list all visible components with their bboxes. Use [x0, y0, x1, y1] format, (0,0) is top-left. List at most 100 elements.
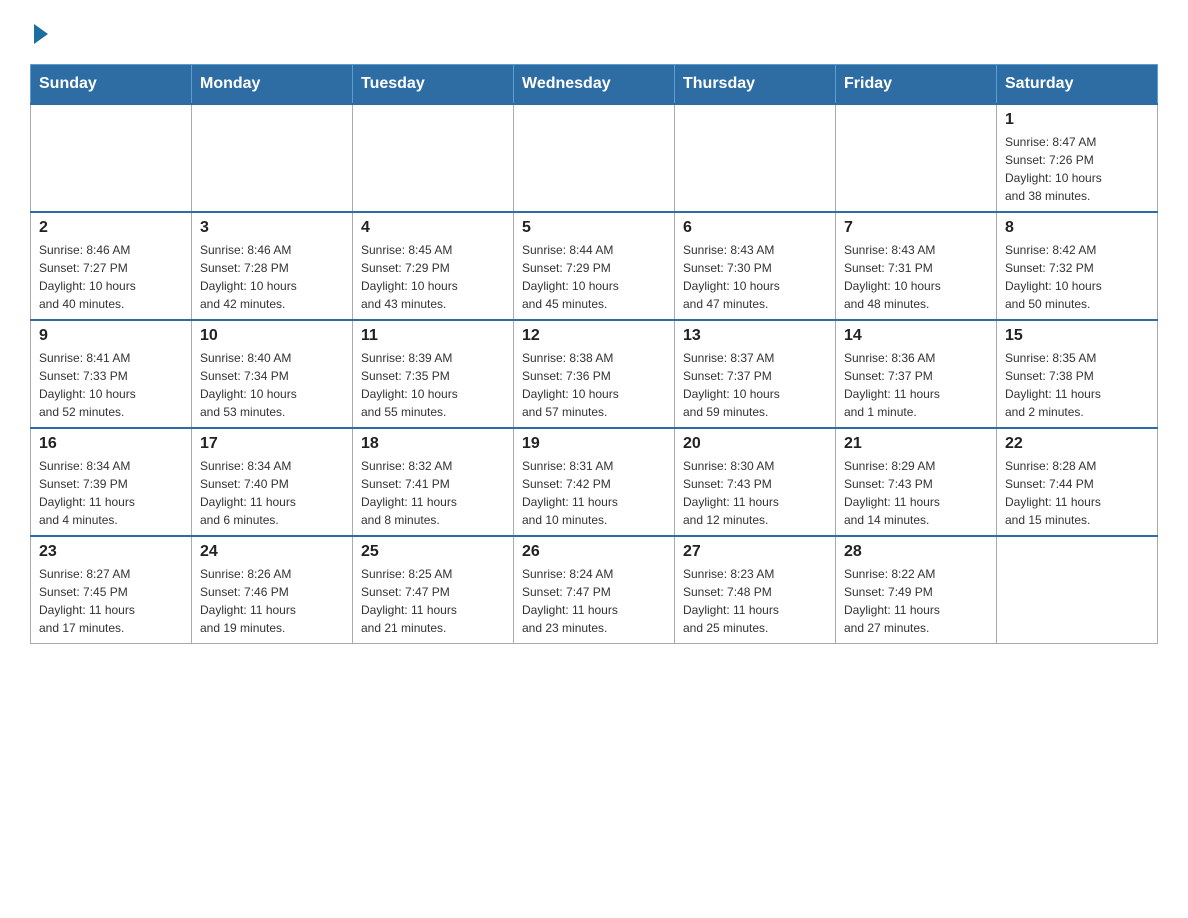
day-info: Sunrise: 8:34 AMSunset: 7:40 PMDaylight:…	[200, 457, 344, 529]
calendar-week-3: 9Sunrise: 8:41 AMSunset: 7:33 PMDaylight…	[31, 320, 1158, 428]
day-number: 7	[844, 219, 988, 237]
day-info: Sunrise: 8:35 AMSunset: 7:38 PMDaylight:…	[1005, 349, 1149, 421]
calendar-cell	[997, 536, 1158, 644]
day-info: Sunrise: 8:37 AMSunset: 7:37 PMDaylight:…	[683, 349, 827, 421]
weekday-header-thursday: Thursday	[675, 65, 836, 105]
calendar-cell	[192, 104, 353, 212]
day-info: Sunrise: 8:24 AMSunset: 7:47 PMDaylight:…	[522, 565, 666, 637]
day-number: 2	[39, 219, 183, 237]
day-info: Sunrise: 8:23 AMSunset: 7:48 PMDaylight:…	[683, 565, 827, 637]
day-info: Sunrise: 8:27 AMSunset: 7:45 PMDaylight:…	[39, 565, 183, 637]
day-number: 24	[200, 543, 344, 561]
day-number: 25	[361, 543, 505, 561]
day-number: 9	[39, 327, 183, 345]
calendar-cell: 7 Sunrise: 8:43 AMSunset: 7:31 PMDaylight…	[836, 212, 997, 320]
day-number: 13	[683, 327, 827, 345]
weekday-header-monday: Monday	[192, 65, 353, 105]
page-header	[30, 20, 1158, 44]
weekday-header-saturday: Saturday	[997, 65, 1158, 105]
calendar-week-5: 23 Sunrise: 8:27 AMSunset: 7:45 PMDayligh…	[31, 536, 1158, 644]
day-number: 1	[1005, 111, 1149, 129]
day-number: 15	[1005, 327, 1149, 345]
day-info: Sunrise: 8:34 AMSunset: 7:39 PMDaylight:…	[39, 457, 183, 529]
day-number: 14	[844, 327, 988, 345]
day-number: 21	[844, 435, 988, 453]
calendar-cell: 2Sunrise: 8:46 AMSunset: 7:27 PMDaylight…	[31, 212, 192, 320]
day-info: Sunrise: 8:42 AMSunset: 7:32 PMDaylight:…	[1005, 241, 1149, 313]
day-info: Sunrise: 8:46 AMSunset: 7:28 PMDaylight:…	[200, 241, 344, 313]
day-info: Sunrise: 8:39 AMSunset: 7:35 PMDaylight:…	[361, 349, 505, 421]
calendar-cell: 17 Sunrise: 8:34 AMSunset: 7:40 PMDayligh…	[192, 428, 353, 536]
day-number: 26	[522, 543, 666, 561]
day-info: Sunrise: 8:43 AMSunset: 7:31 PMDaylight:…	[844, 241, 988, 313]
calendar-table: SundayMondayTuesdayWednesdayThursdayFrid…	[30, 64, 1158, 644]
calendar-header-row: SundayMondayTuesdayWednesdayThursdayFrid…	[31, 65, 1158, 105]
calendar-cell: 13 Sunrise: 8:37 AMSunset: 7:37 PMDayligh…	[675, 320, 836, 428]
calendar-cell: 24 Sunrise: 8:26 AMSunset: 7:46 PMDayligh…	[192, 536, 353, 644]
calendar-cell: 3 Sunrise: 8:46 AMSunset: 7:28 PMDaylight…	[192, 212, 353, 320]
day-info: Sunrise: 8:32 AMSunset: 7:41 PMDaylight:…	[361, 457, 505, 529]
calendar-cell	[514, 104, 675, 212]
day-info: Sunrise: 8:26 AMSunset: 7:46 PMDaylight:…	[200, 565, 344, 637]
weekday-header-wednesday: Wednesday	[514, 65, 675, 105]
day-number: 4	[361, 219, 505, 237]
day-number: 3	[200, 219, 344, 237]
calendar-cell: 11 Sunrise: 8:39 AMSunset: 7:35 PMDayligh…	[353, 320, 514, 428]
logo-arrow-icon	[34, 24, 48, 44]
calendar-cell: 26 Sunrise: 8:24 AMSunset: 7:47 PMDayligh…	[514, 536, 675, 644]
day-number: 10	[200, 327, 344, 345]
day-number: 5	[522, 219, 666, 237]
calendar-cell	[675, 104, 836, 212]
day-number: 27	[683, 543, 827, 561]
calendar-cell: 1 Sunrise: 8:47 AMSunset: 7:26 PMDaylight…	[997, 104, 1158, 212]
calendar-cell: 9Sunrise: 8:41 AMSunset: 7:33 PMDaylight…	[31, 320, 192, 428]
calendar-week-1: 1 Sunrise: 8:47 AMSunset: 7:26 PMDaylight…	[31, 104, 1158, 212]
calendar-cell: 28 Sunrise: 8:22 AMSunset: 7:49 PMDayligh…	[836, 536, 997, 644]
day-info: Sunrise: 8:29 AMSunset: 7:43 PMDaylight:…	[844, 457, 988, 529]
day-number: 11	[361, 327, 505, 345]
day-info: Sunrise: 8:25 AMSunset: 7:47 PMDaylight:…	[361, 565, 505, 637]
calendar-cell: 20 Sunrise: 8:30 AMSunset: 7:43 PMDayligh…	[675, 428, 836, 536]
calendar-cell: 18 Sunrise: 8:32 AMSunset: 7:41 PMDayligh…	[353, 428, 514, 536]
day-info: Sunrise: 8:22 AMSunset: 7:49 PMDaylight:…	[844, 565, 988, 637]
day-info: Sunrise: 8:47 AMSunset: 7:26 PMDaylight:…	[1005, 133, 1149, 205]
weekday-header-tuesday: Tuesday	[353, 65, 514, 105]
calendar-cell: 4 Sunrise: 8:45 AMSunset: 7:29 PMDaylight…	[353, 212, 514, 320]
calendar-cell: 19 Sunrise: 8:31 AMSunset: 7:42 PMDayligh…	[514, 428, 675, 536]
calendar-cell	[353, 104, 514, 212]
logo	[30, 20, 48, 44]
calendar-cell: 14 Sunrise: 8:36 AMSunset: 7:37 PMDayligh…	[836, 320, 997, 428]
weekday-header-friday: Friday	[836, 65, 997, 105]
day-number: 18	[361, 435, 505, 453]
day-info: Sunrise: 8:44 AMSunset: 7:29 PMDaylight:…	[522, 241, 666, 313]
day-info: Sunrise: 8:30 AMSunset: 7:43 PMDaylight:…	[683, 457, 827, 529]
day-info: Sunrise: 8:45 AMSunset: 7:29 PMDaylight:…	[361, 241, 505, 313]
day-number: 17	[200, 435, 344, 453]
calendar-cell: 10 Sunrise: 8:40 AMSunset: 7:34 PMDayligh…	[192, 320, 353, 428]
calendar-cell: 23 Sunrise: 8:27 AMSunset: 7:45 PMDayligh…	[31, 536, 192, 644]
calendar-cell	[836, 104, 997, 212]
calendar-cell: 5 Sunrise: 8:44 AMSunset: 7:29 PMDaylight…	[514, 212, 675, 320]
calendar-cell: 25 Sunrise: 8:25 AMSunset: 7:47 PMDayligh…	[353, 536, 514, 644]
calendar-week-2: 2Sunrise: 8:46 AMSunset: 7:27 PMDaylight…	[31, 212, 1158, 320]
calendar-cell: 22 Sunrise: 8:28 AMSunset: 7:44 PMDayligh…	[997, 428, 1158, 536]
day-number: 28	[844, 543, 988, 561]
day-info: Sunrise: 8:38 AMSunset: 7:36 PMDaylight:…	[522, 349, 666, 421]
day-info: Sunrise: 8:40 AMSunset: 7:34 PMDaylight:…	[200, 349, 344, 421]
day-info: Sunrise: 8:28 AMSunset: 7:44 PMDaylight:…	[1005, 457, 1149, 529]
day-number: 22	[1005, 435, 1149, 453]
day-number: 6	[683, 219, 827, 237]
day-number: 16	[39, 435, 183, 453]
day-number: 23	[39, 543, 183, 561]
day-info: Sunrise: 8:36 AMSunset: 7:37 PMDaylight:…	[844, 349, 988, 421]
calendar-cell: 16 Sunrise: 8:34 AMSunset: 7:39 PMDayligh…	[31, 428, 192, 536]
day-info: Sunrise: 8:43 AMSunset: 7:30 PMDaylight:…	[683, 241, 827, 313]
weekday-header-sunday: Sunday	[31, 65, 192, 105]
day-number: 12	[522, 327, 666, 345]
calendar-cell	[31, 104, 192, 212]
calendar-cell: 15 Sunrise: 8:35 AMSunset: 7:38 PMDayligh…	[997, 320, 1158, 428]
day-info: Sunrise: 8:31 AMSunset: 7:42 PMDaylight:…	[522, 457, 666, 529]
day-number: 20	[683, 435, 827, 453]
calendar-cell: 21 Sunrise: 8:29 AMSunset: 7:43 PMDayligh…	[836, 428, 997, 536]
day-number: 19	[522, 435, 666, 453]
